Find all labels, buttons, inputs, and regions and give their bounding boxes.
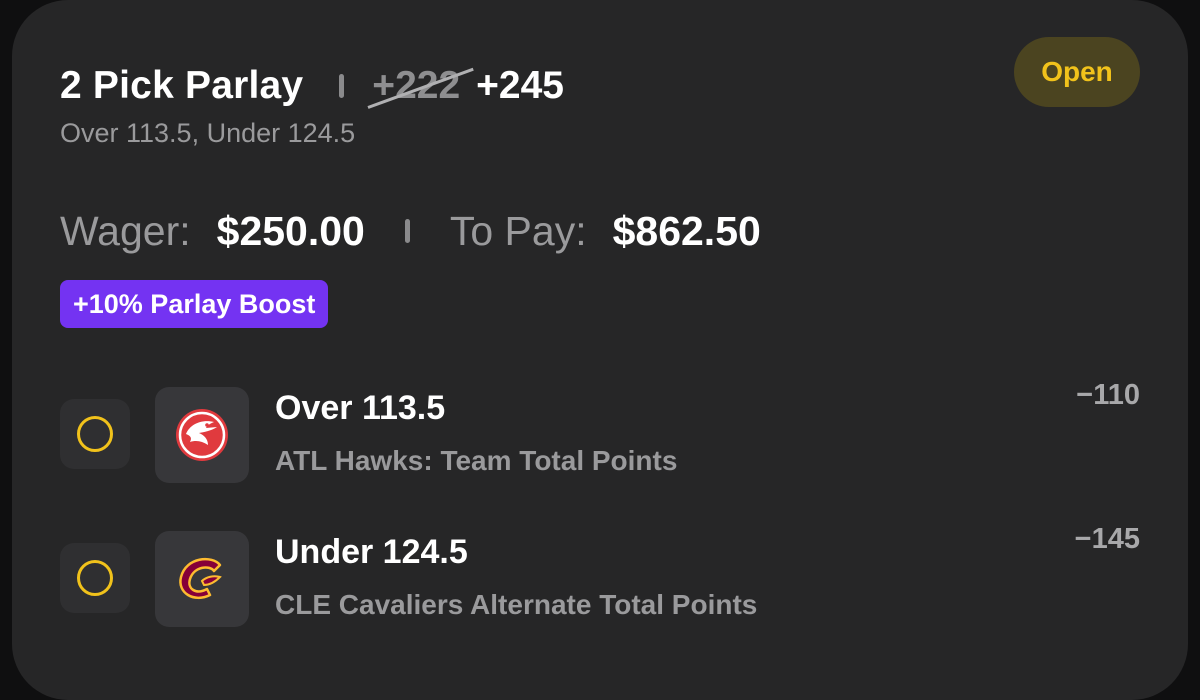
parlay-title: 2 Pick Parlay bbox=[60, 64, 304, 107]
pick-title: Under 124.5 bbox=[275, 533, 468, 571]
wager-divider bbox=[404, 219, 410, 243]
pick-title: Over 113.5 bbox=[275, 389, 446, 427]
radio-circle-icon bbox=[77, 416, 113, 452]
pick-market: ATL Hawks: Team Total Points bbox=[275, 445, 678, 476]
pick-radio-button[interactable] bbox=[60, 543, 130, 613]
wager-label: Wager: bbox=[60, 207, 191, 254]
pick-odds: −145 bbox=[1074, 523, 1140, 555]
pick-market: CLE Cavaliers Alternate Total Points bbox=[275, 589, 758, 620]
wager-amount: $250.00 bbox=[216, 207, 365, 254]
cle-cavaliers-logo-icon bbox=[179, 557, 222, 600]
parlay-subtitle: Over 113.5, Under 124.5 bbox=[60, 118, 356, 148]
pick-row[interactable]: Over 113.5 ATL Hawks: Team Total Points … bbox=[60, 379, 1140, 483]
atl-hawks-logo-icon bbox=[176, 409, 228, 461]
status-badge: Open bbox=[1014, 37, 1140, 107]
title-divider bbox=[339, 74, 345, 98]
pick-odds: −110 bbox=[1076, 379, 1140, 411]
boosted-odds: +245 bbox=[476, 64, 565, 107]
to-pay-amount: $862.50 bbox=[612, 207, 761, 254]
to-pay-label: To Pay: bbox=[449, 207, 587, 254]
team-logo bbox=[155, 531, 249, 627]
wager-row: Wager: $250.00 To Pay: $862.50 bbox=[60, 200, 761, 262]
pick-row[interactable]: Under 124.5 CLE Cavaliers Alternate Tota… bbox=[60, 523, 1140, 627]
parlay-card[interactable]: 2 Pick Parlay +222 +245 Over 113.5, Unde… bbox=[12, 0, 1188, 700]
original-odds: +222 bbox=[367, 64, 475, 109]
pick-radio-button[interactable] bbox=[60, 399, 130, 469]
parlay-header: 2 Pick Parlay +222 +245 bbox=[60, 58, 564, 114]
radio-circle-icon bbox=[77, 560, 113, 596]
team-logo bbox=[155, 387, 249, 483]
parlay-boost-badge: +10% Parlay Boost bbox=[60, 280, 329, 328]
